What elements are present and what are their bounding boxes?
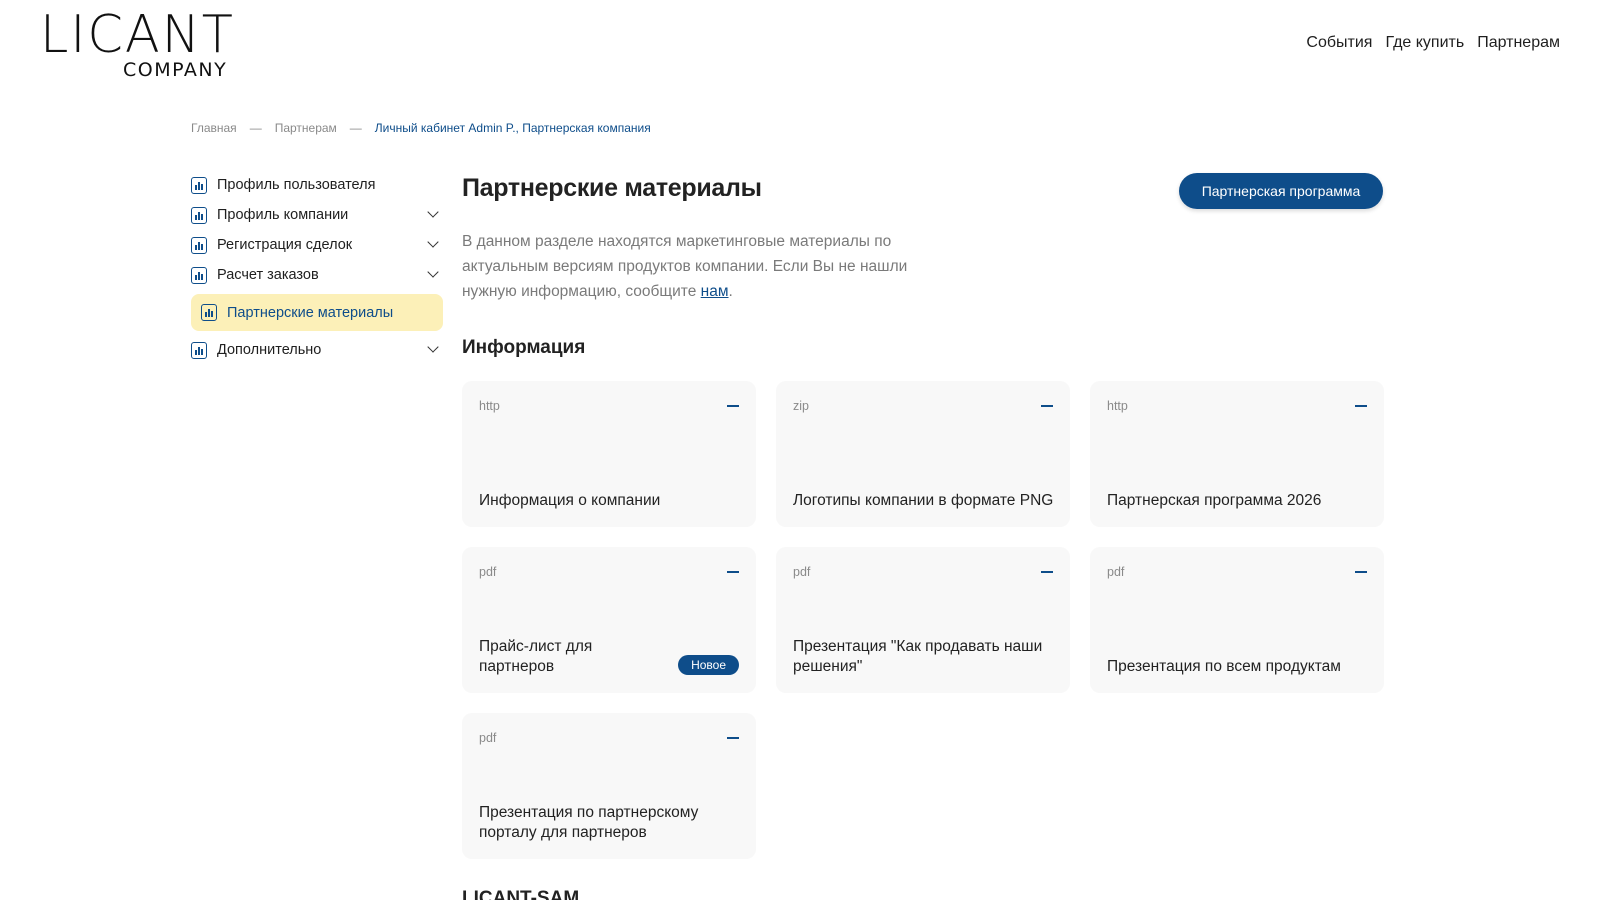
material-card[interactable]: pdf Презентация "Как продавать наши реше…	[776, 547, 1070, 693]
minus-icon[interactable]	[727, 571, 739, 573]
sidebar-item-company-profile[interactable]: Профиль компании	[191, 200, 443, 230]
material-title: Партнерская программа 2026	[1107, 492, 1322, 509]
nav-partners[interactable]: Партнерам	[1477, 34, 1560, 52]
sidebar-item-deal-registration[interactable]: Регистрация сделок	[191, 230, 443, 260]
section-title-licant-sam: LICANT-SAM	[462, 888, 580, 900]
breadcrumb-separator: —	[349, 121, 362, 135]
section-title-information: Информация	[462, 337, 586, 358]
minus-icon[interactable]	[1355, 405, 1367, 407]
intro-body: В данном разделе находятся маркетинговые…	[462, 233, 908, 300]
nav-where-to-buy[interactable]: Где купить	[1385, 34, 1464, 52]
breadcrumb: Главная — Партнерам — Личный кабинет Adm…	[191, 121, 651, 135]
material-title: Информация о компании	[479, 492, 661, 509]
file-type-label: http	[1107, 399, 1128, 413]
breadcrumb-separator: —	[249, 121, 262, 135]
minus-icon[interactable]	[727, 737, 739, 739]
chevron-down-icon[interactable]	[427, 206, 439, 218]
sidebar-item-order-calculation[interactable]: Расчет заказов	[191, 260, 443, 290]
material-card[interactable]: http Информация о компании	[462, 381, 756, 527]
minus-icon[interactable]	[1355, 571, 1367, 573]
sidebar-item-additional[interactable]: Дополнительно	[191, 335, 443, 365]
partner-program-button[interactable]: Партнерская программа	[1179, 173, 1383, 209]
file-type-label: zip	[793, 399, 809, 413]
breadcrumb-home[interactable]: Главная	[191, 121, 237, 135]
sidebar-item-label: Профиль компании	[217, 207, 349, 223]
sidebar-item-label: Дополнительно	[217, 342, 322, 358]
sidebar: Профиль пользователя Профиль компании Ре…	[191, 170, 443, 365]
chart-icon	[191, 206, 207, 224]
contact-us-link[interactable]: нам	[701, 283, 729, 300]
top-navigation: События Где купить Партнерам	[1306, 34, 1560, 52]
material-card[interactable]: http Партнерская программа 2026	[1090, 381, 1384, 527]
sidebar-item-label: Расчет заказов	[217, 267, 319, 283]
page-title: Партнерские материалы	[462, 174, 762, 202]
breadcrumb-partners[interactable]: Партнерам	[275, 121, 337, 135]
company-logo[interactable]: LICANT COMPANY	[40, 8, 250, 80]
file-type-label: pdf	[479, 565, 497, 579]
minus-icon[interactable]	[727, 405, 739, 407]
intro-end: .	[728, 283, 733, 300]
chart-icon	[191, 236, 207, 254]
chart-icon	[191, 341, 207, 359]
logo-wordmark: LICANT	[40, 5, 235, 65]
material-title: Прайс-лист для партнеров	[479, 638, 593, 675]
material-title: Презентация "Как продавать наши решения"	[793, 638, 1043, 675]
file-type-label: pdf	[793, 565, 811, 579]
sidebar-item-user-profile[interactable]: Профиль пользователя	[191, 170, 443, 200]
sidebar-item-label: Партнерские материалы	[227, 304, 394, 321]
material-card[interactable]: pdf Прайс-лист для партнеров Новое	[462, 547, 756, 693]
sidebar-item-partner-materials[interactable]: Партнерские материалы	[191, 294, 443, 331]
file-type-label: http	[479, 399, 500, 413]
sidebar-item-label: Регистрация сделок	[217, 237, 353, 253]
material-card[interactable]: pdf Презентация по партнерскому порталу …	[462, 713, 756, 859]
minus-icon[interactable]	[1041, 405, 1053, 407]
intro-text: В данном разделе находятся маркетинговые…	[462, 229, 932, 304]
chevron-down-icon[interactable]	[427, 341, 439, 353]
material-card[interactable]: pdf Презентация по всем продуктам	[1090, 547, 1384, 693]
breadcrumb-current: Личный кабинет Admin P., Партнерская ком…	[374, 121, 651, 135]
nav-events[interactable]: События	[1306, 34, 1372, 52]
material-title: Презентация по партнерскому порталу для …	[479, 804, 699, 841]
chevron-down-icon[interactable]	[427, 266, 439, 278]
file-type-label: pdf	[479, 731, 497, 745]
chart-icon	[191, 266, 207, 284]
materials-grid: http Информация о компании zip Логотипы …	[462, 381, 1384, 859]
chart-icon	[201, 304, 217, 321]
chart-icon	[191, 176, 207, 194]
chevron-down-icon[interactable]	[427, 236, 439, 248]
new-badge: Новое	[678, 655, 739, 675]
material-title: Логотипы компании в формате PNG	[793, 492, 1054, 509]
file-type-label: pdf	[1107, 565, 1125, 579]
material-title: Презентация по всем продуктам	[1107, 658, 1341, 675]
sidebar-item-label: Профиль пользователя	[217, 177, 376, 193]
minus-icon[interactable]	[1041, 571, 1053, 573]
material-card[interactable]: zip Логотипы компании в формате PNG	[776, 381, 1070, 527]
